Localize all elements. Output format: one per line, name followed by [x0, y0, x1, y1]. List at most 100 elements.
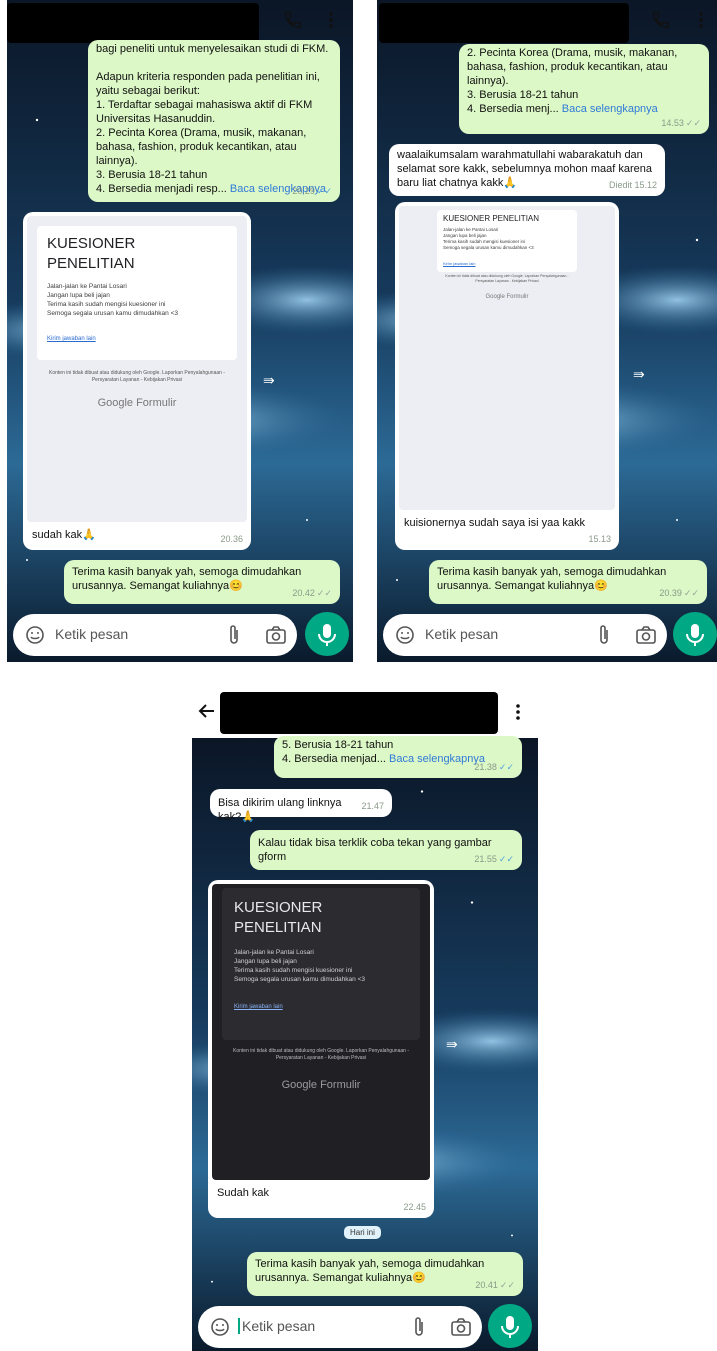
form-preview[interactable]: KUESIONER PENELITIAN Jalan-jalan ke Pant…: [399, 206, 615, 510]
paperclip-icon[interactable]: [597, 624, 611, 651]
message-incoming-form[interactable]: KUESIONER PENELITIAN Jalan-jalan ke Pant…: [208, 880, 434, 1218]
message-text: sudah kak🙏: [32, 529, 96, 541]
google-forms-logo: Google Formulir: [281, 1079, 361, 1091]
form-disclaimer: Konten ini tidak dibuat atau didukung ol…: [233, 1048, 409, 1061]
forward-icon[interactable]: ⇛: [633, 366, 645, 383]
message-text: bagi peneliti untuk menyelesaikan studi …: [96, 43, 329, 195]
read-tick-icon: ✓✓: [498, 762, 514, 772]
message-time: 21.47: [361, 801, 384, 811]
form-title: KUESIONER PENELITIAN: [234, 899, 323, 936]
camera-icon[interactable]: [265, 625, 287, 650]
message-time: 15.13: [588, 534, 611, 544]
mic-icon: [686, 624, 704, 646]
screenshot-1: bagi peneliti untuk menyelesaikan studi …: [7, 0, 353, 662]
contact-name-redacted: [220, 692, 498, 734]
message-incoming-form[interactable]: KUESIONER PENELITIAN Jalan-jalan ke Pant…: [23, 212, 251, 550]
form-card: KUESIONER PENELITIAN Jalan-jalan ke Pant…: [222, 888, 420, 1040]
forward-icon[interactable]: ⇛: [263, 372, 275, 389]
mic-icon: [501, 1316, 519, 1338]
delivered-tick-icon: ✓✓: [685, 118, 701, 128]
form-title: KUESIONER PENELITIAN: [443, 214, 540, 223]
read-more-link[interactable]: Baca selengkapnya: [389, 753, 485, 765]
message-time: 20.36: [220, 534, 243, 544]
read-tick-icon: ✓✓: [316, 186, 332, 196]
message-time: Diedit 15.12: [608, 180, 657, 190]
message-input[interactable]: Ketik pesan: [238, 1318, 315, 1334]
message-time: 20.39 ✓✓: [659, 588, 699, 598]
message-outgoing[interactable]: Terima kasih banyak yah, semoga dimudahk…: [429, 560, 707, 604]
message-time: 22.45: [403, 1202, 426, 1212]
message-incoming[interactable]: Bisa dikirim ulang linknya kak?🙏 21.47: [210, 789, 392, 823]
message-time: 20.29 ✓✓: [292, 186, 332, 196]
mic-icon: [318, 624, 336, 646]
message-text: Bisa dikirim ulang linknya kak?🙏: [218, 797, 342, 823]
message-outgoing[interactable]: 5. Berusia 18-21 tahun 4. Bersedia menja…: [274, 736, 522, 778]
form-resubmit-link[interactable]: Kirim jawaban lain: [234, 1000, 408, 1014]
delivered-tick-icon: ✓✓: [499, 1280, 515, 1290]
emoji-icon[interactable]: [395, 625, 415, 650]
message-time: 21.55 ✓✓: [474, 854, 514, 864]
emoji-icon[interactable]: [25, 625, 45, 650]
camera-icon[interactable]: [635, 625, 657, 650]
mic-button[interactable]: [488, 1304, 532, 1348]
camera-icon[interactable]: [450, 1317, 472, 1342]
delivered-tick-icon: ✓✓: [683, 588, 699, 598]
message-outgoing[interactable]: 2. Pecinta Korea (Drama, musik, makanan,…: [459, 44, 709, 134]
more-vert-icon[interactable]: [514, 702, 522, 727]
read-tick-icon: ✓✓: [498, 854, 514, 864]
message-input-bar[interactable]: Ketik pesan: [383, 614, 667, 656]
message-incoming-form[interactable]: KUESIONER PENELITIAN Jalan-jalan ke Pant…: [395, 202, 619, 550]
message-input[interactable]: Ketik pesan: [425, 626, 498, 642]
forward-icon[interactable]: ⇛: [446, 1036, 458, 1053]
delivered-tick-icon: ✓✓: [316, 588, 332, 598]
message-time: 14.53 ✓✓: [661, 118, 701, 128]
mic-button[interactable]: [673, 612, 717, 656]
emoji-icon[interactable]: [210, 1317, 230, 1342]
message-text: 5. Berusia 18-21 tahun 4. Bersedia menja…: [282, 739, 394, 765]
contact-name-redacted: [379, 3, 629, 43]
message-outgoing[interactable]: bagi peneliti untuk menyelesaikan studi …: [88, 40, 340, 202]
form-title: KUESIONER PENELITIAN: [47, 235, 136, 272]
form-disclaimer: Konten ini tidak dibuat atau didukung ol…: [445, 274, 569, 283]
more-vert-icon[interactable]: [697, 10, 705, 35]
message-incoming[interactable]: waalaikumsalam warahmatullahi wabarakatu…: [389, 144, 665, 196]
message-time: 20.42 ✓✓: [292, 588, 332, 598]
chat-header: [7, 0, 353, 44]
form-disclaimer: Konten ini tidak dibuat atau didukung ol…: [49, 370, 225, 383]
google-forms-logo: Google Formulir: [485, 294, 529, 300]
message-outgoing[interactable]: Terima kasih banyak yah, semoga dimudahk…: [247, 1252, 523, 1296]
screenshot-3: 5. Berusia 18-21 tahun 4. Bersedia menja…: [192, 686, 538, 1351]
message-outgoing[interactable]: Kalau tidak bisa terklik coba tekan yang…: [250, 830, 522, 870]
message-input-bar[interactable]: Ketik pesan: [13, 614, 297, 656]
message-time: 21.38 ✓✓: [474, 762, 514, 772]
message-outgoing[interactable]: Terima kasih banyak yah, semoga dimudahk…: [64, 560, 340, 604]
form-resubmit-link[interactable]: Kirim jawaban lain: [443, 257, 571, 271]
message-input-bar[interactable]: Ketik pesan: [198, 1306, 482, 1348]
more-vert-icon[interactable]: [327, 10, 335, 35]
screenshot-2: 2. Pecinta Korea (Drama, musik, makanan,…: [377, 0, 717, 662]
form-message: Jalan-jalan ke Pantai Losari Jangan lupa…: [234, 949, 365, 983]
form-card: KUESIONER PENELITIAN Jalan-jalan ke Pant…: [437, 210, 577, 272]
mic-button[interactable]: [305, 612, 349, 656]
message-text: Sudah kak: [217, 1187, 269, 1199]
paperclip-icon[interactable]: [412, 1316, 426, 1343]
chat-header: [192, 686, 538, 738]
google-forms-logo: Google Formulir: [97, 397, 177, 409]
date-separator: Hari ini: [344, 1226, 381, 1239]
chat-header: [377, 0, 717, 44]
phone-icon[interactable]: [651, 10, 671, 35]
message-text: kuisionernya sudah saya isi yaa kakk: [404, 517, 585, 529]
contact-name-redacted: [7, 3, 259, 43]
message-input[interactable]: Ketik pesan: [55, 626, 128, 642]
paperclip-icon[interactable]: [227, 624, 241, 651]
form-resubmit-link[interactable]: Kirim jawaban lain: [47, 332, 227, 346]
message-time: 20.41 ✓✓: [475, 1280, 515, 1290]
form-message: Jalan-jalan ke Pantai Losari Jangan lupa…: [443, 227, 534, 250]
form-card: KUESIONER PENELITIAN Jalan-jalan ke Pant…: [37, 226, 237, 360]
phone-icon[interactable]: [283, 10, 303, 35]
form-message: Jalan-jalan ke Pantai Losari Jangan lupa…: [47, 283, 178, 317]
back-arrow-icon[interactable]: [198, 702, 216, 725]
read-more-link[interactable]: Baca selengkapnya: [562, 103, 658, 115]
form-preview[interactable]: KUESIONER PENELITIAN Jalan-jalan ke Pant…: [27, 216, 247, 522]
form-preview[interactable]: KUESIONER PENELITIAN Jalan-jalan ke Pant…: [212, 884, 430, 1180]
